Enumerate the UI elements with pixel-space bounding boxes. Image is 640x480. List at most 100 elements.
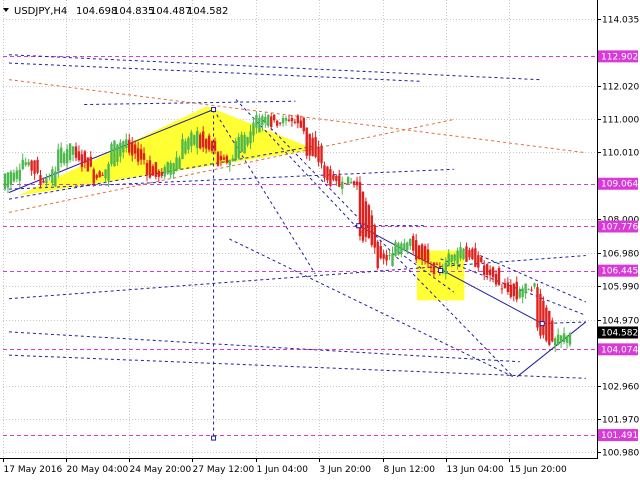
candle-body-151 — [450, 255, 453, 262]
candle-body-81 — [243, 135, 246, 154]
candle-body-149 — [444, 262, 447, 275]
candle-body-166 — [494, 273, 498, 285]
candle-body-177 — [527, 289, 530, 291]
price-chart[interactable]: 114.035112.020111.000110.010108.000106.9… — [0, 0, 640, 480]
time-tick-label-1: 20 May 04:00 — [67, 465, 129, 475]
candle-body-59 — [178, 158, 181, 169]
candle-body-15 — [48, 176, 51, 178]
candle-body-171 — [509, 284, 513, 297]
candle-body-48 — [145, 163, 149, 175]
candle-body-29 — [89, 156, 92, 167]
candle-body-42 — [128, 139, 131, 153]
time-tick-label-6: 8 Jun 12:00 — [384, 465, 436, 475]
candle-body-94 — [281, 117, 285, 124]
symbol-timeframe: USDJPY,H4 — [14, 6, 67, 17]
candle-body-115 — [343, 182, 347, 184]
level-badge-label-3: 106.445 — [601, 267, 638, 277]
candle-body-124 — [370, 215, 374, 246]
candle-body-14 — [45, 178, 48, 183]
candle-body-126 — [376, 241, 379, 268]
marker-3 — [539, 321, 545, 327]
candle-body-0 — [3, 173, 7, 190]
candle-body-143 — [426, 249, 430, 264]
time-tick-label-3: 27 May 12:00 — [193, 465, 255, 475]
candle-body-77 — [231, 158, 234, 162]
candle-body-34 — [104, 169, 107, 179]
price-tick-label-3: 110.010 — [602, 149, 639, 159]
close-price: 104.582 — [187, 6, 228, 17]
candle-body-13 — [42, 180, 45, 183]
candle-body-132 — [394, 242, 397, 256]
candle-body-66 — [199, 134, 202, 149]
candle-body-167 — [497, 268, 501, 285]
candle-body-154 — [459, 247, 462, 259]
candle-body-39 — [119, 142, 122, 157]
candle-body-98 — [293, 121, 297, 123]
candle-body-155 — [462, 248, 465, 259]
level-badge-label-5: 101.491 — [601, 431, 638, 441]
candle-body-169 — [503, 283, 507, 288]
candle-body-191 — [568, 333, 572, 345]
candle-body-6 — [21, 159, 24, 170]
candle-body-44 — [133, 144, 137, 154]
time-tick-label-8: 15 Jun 20:00 — [510, 465, 567, 475]
candle-body-125 — [373, 225, 376, 248]
time-tick-label-2: 24 May 20:00 — [130, 465, 192, 475]
candle-body-23 — [71, 146, 75, 155]
candle-body-88 — [264, 116, 267, 124]
candle-body-118 — [352, 181, 356, 185]
time-tick-label-0: 17 May 2016 — [4, 465, 63, 475]
candle-body-140 — [417, 245, 421, 260]
time-tick-label-5: 3 Jun 20:00 — [320, 465, 372, 475]
candle-body-16 — [51, 169, 54, 184]
candle-body-76 — [228, 161, 232, 166]
candle-body-36 — [110, 143, 113, 165]
candle-body-82 — [246, 137, 249, 146]
candle-body-47 — [142, 153, 146, 160]
candle-body-179 — [533, 283, 536, 287]
candle-body-58 — [175, 157, 178, 171]
time-tick-label-7: 13 Jun 04:00 — [447, 465, 504, 475]
marker-4 — [211, 435, 217, 441]
candle-body-22 — [68, 143, 72, 161]
high-price: 104.835 — [113, 6, 154, 17]
candle-body-161 — [480, 257, 483, 263]
candle-body-136 — [406, 242, 409, 251]
candle-body-30 — [92, 169, 95, 184]
candle-body-64 — [193, 135, 196, 145]
candle-body-40 — [122, 141, 125, 153]
candle-body-84 — [252, 122, 255, 136]
candle-body-2 — [9, 171, 13, 185]
candle-body-89 — [267, 114, 270, 126]
candle-body-178 — [530, 289, 533, 291]
candle-body-172 — [512, 283, 515, 297]
candle-body-71 — [213, 141, 217, 151]
level-badge-label-2: 107.776 — [601, 222, 638, 232]
candle-body-37 — [113, 140, 116, 167]
candle-body-153 — [456, 250, 459, 264]
candle-body-112 — [335, 175, 338, 182]
candle-body-142 — [423, 246, 427, 261]
candle-body-67 — [201, 131, 205, 148]
candle-body-134 — [400, 243, 403, 255]
candle-body-99 — [296, 115, 300, 124]
price-tick-label-1: 112.020 — [602, 83, 639, 93]
chart-header: USDJPY,H4 104.698 104.835 104.487 104.58… — [3, 6, 228, 17]
candle-body-183 — [545, 307, 548, 341]
candle-body-17 — [54, 171, 57, 187]
candle-body-114 — [341, 181, 344, 189]
candle-body-18 — [57, 149, 60, 172]
candle-body-60 — [181, 139, 184, 160]
candle-body-168 — [500, 288, 504, 290]
candle-body-38 — [116, 144, 119, 162]
candle-body-32 — [98, 171, 101, 178]
candle-body-129 — [385, 255, 388, 261]
candle-body-180 — [536, 287, 539, 328]
candle-body-100 — [299, 120, 303, 128]
candle-body-93 — [278, 122, 282, 124]
candle-body-57 — [172, 163, 175, 174]
candle-body-24 — [74, 146, 78, 158]
candle-body-7 — [24, 162, 27, 165]
candle-body-68 — [204, 139, 208, 149]
candle-body-176 — [524, 283, 527, 294]
